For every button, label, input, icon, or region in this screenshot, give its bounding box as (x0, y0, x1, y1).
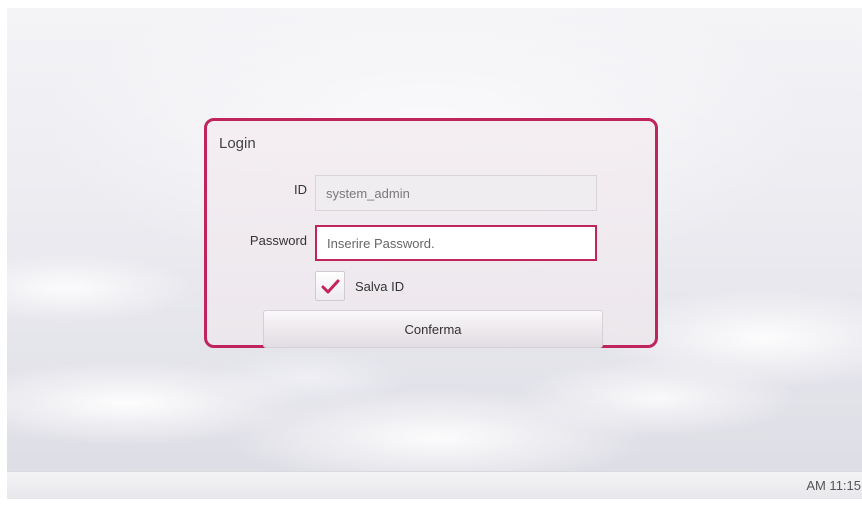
password-input[interactable] (315, 225, 597, 261)
confirm-button[interactable]: Conferma (263, 310, 603, 348)
status-bar: AM 11:15 (7, 471, 862, 499)
clock: AM 11:15 (806, 478, 861, 493)
save-id-checkbox[interactable] (315, 271, 345, 301)
screen-background: Login ID Password Salva ID Conferma AM 1… (7, 8, 862, 499)
id-label: ID (294, 182, 307, 197)
login-title: Login (219, 135, 256, 152)
login-panel: Login ID Password Salva ID Conferma (204, 118, 658, 348)
checkmark-icon (321, 279, 340, 294)
password-label: Password (249, 233, 307, 248)
save-id-label: Salva ID (355, 279, 405, 294)
id-input[interactable] (315, 175, 597, 211)
